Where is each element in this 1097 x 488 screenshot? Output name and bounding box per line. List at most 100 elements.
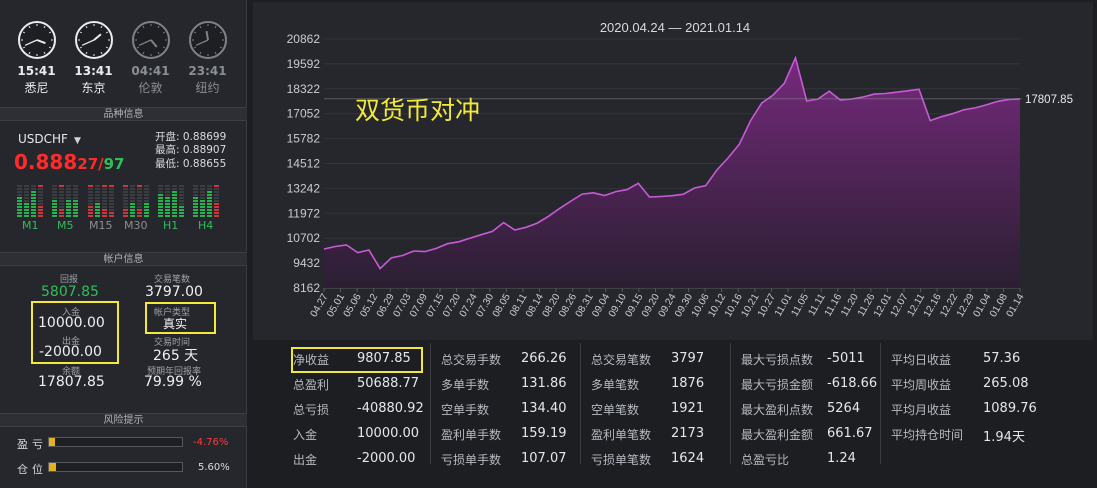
signal-segment bbox=[130, 185, 135, 187]
signal-segment bbox=[172, 206, 177, 208]
signal-segment bbox=[66, 209, 71, 211]
y-tick-label: 20862 bbox=[287, 32, 321, 46]
signal-segment bbox=[172, 212, 177, 214]
signal-segment bbox=[102, 188, 107, 190]
price-main: 0.888 bbox=[14, 150, 78, 174]
signal-segment bbox=[52, 206, 57, 208]
timeframe-bar-group[interactable] bbox=[52, 183, 82, 217]
signal-segment bbox=[193, 203, 198, 205]
signal-segment bbox=[200, 203, 205, 205]
signal-segment bbox=[207, 203, 212, 205]
section-header-symbol: 品种信息 bbox=[0, 107, 247, 121]
stats-column: 总交易笔数 3797 多单笔数 1876 空单笔数 1921 盈利单笔数 2173 亏损单笔数 1… bbox=[581, 343, 731, 467]
signal-segment bbox=[130, 188, 135, 190]
signal-segment bbox=[144, 215, 149, 217]
stats-value: 50688.77 bbox=[357, 376, 420, 391]
y-tick-label: 19592 bbox=[287, 57, 321, 71]
signal-segment bbox=[38, 188, 43, 190]
stats-column: 总交易手数 266.26 多单手数 131.86 空单手数 134.40 盈利单手数 159.… bbox=[431, 343, 581, 467]
signal-segment bbox=[31, 191, 36, 193]
y-tick-label: 14512 bbox=[287, 157, 321, 171]
highlight-box-account-type bbox=[145, 302, 216, 334]
timeframe-label[interactable]: M5 bbox=[57, 219, 74, 232]
timeframe-label[interactable]: H1 bbox=[163, 219, 178, 232]
signal-segment bbox=[144, 200, 149, 202]
stats-label: 总盈亏比 bbox=[741, 453, 790, 467]
symbol-selector[interactable]: USDCHF ▼ bbox=[18, 132, 81, 146]
y-tick-label: 11972 bbox=[288, 206, 321, 220]
clock-time: 13:41 bbox=[74, 64, 113, 78]
stats-value: 107.07 bbox=[521, 451, 567, 466]
signal-segment bbox=[73, 194, 78, 196]
signal-segment bbox=[109, 191, 114, 193]
stats-label: 平均持仓时间 bbox=[891, 428, 964, 442]
timeframe-bar-group[interactable] bbox=[158, 183, 188, 217]
signal-segment bbox=[52, 197, 57, 199]
signal-segment bbox=[144, 185, 149, 187]
signal-segment bbox=[193, 194, 198, 196]
signal-segment bbox=[109, 200, 114, 202]
signal-segment bbox=[31, 215, 36, 217]
timeframe-bar-group[interactable] bbox=[88, 183, 118, 217]
signal-bar bbox=[73, 183, 78, 217]
stats-column: 平均日收益 57.36 平均周收益 265.08 平均月收益 1089.76 平均持仓时间 1… bbox=[881, 343, 1057, 464]
signal-segment bbox=[137, 188, 142, 190]
timeframe-bar-group[interactable] bbox=[17, 183, 47, 217]
signal-segment bbox=[214, 212, 219, 214]
signal-segment bbox=[193, 212, 198, 214]
stats-value: 1.24 bbox=[827, 451, 856, 466]
signal-segment bbox=[172, 209, 177, 211]
timeframe-label[interactable]: M30 bbox=[124, 219, 148, 232]
signal-segment bbox=[158, 197, 163, 199]
signal-segment bbox=[137, 212, 142, 214]
chart-annotation: 双货币对冲 bbox=[355, 96, 480, 125]
signal-segment bbox=[52, 200, 57, 202]
signal-segment bbox=[144, 209, 149, 211]
signal-segment bbox=[158, 215, 163, 217]
stats-value: 1089.76 bbox=[983, 401, 1037, 416]
timeframe-bar-group[interactable] bbox=[123, 183, 153, 217]
signal-segment bbox=[95, 209, 100, 211]
signal-segment bbox=[24, 185, 29, 187]
signal-segment bbox=[158, 185, 163, 187]
signal-segment bbox=[123, 215, 128, 217]
timeframe-bar-group[interactable] bbox=[193, 183, 223, 217]
trades-value: 3797.00 bbox=[145, 284, 203, 300]
signal-segment bbox=[130, 197, 135, 199]
signal-segment bbox=[66, 206, 71, 208]
signal-segment bbox=[17, 215, 22, 217]
signal-segment bbox=[214, 200, 219, 202]
signal-segment bbox=[179, 188, 184, 190]
stats-label: 平均日收益 bbox=[891, 353, 952, 367]
signal-segment bbox=[73, 212, 78, 214]
stats-value: -40880.92 bbox=[357, 401, 424, 416]
signal-segment bbox=[38, 200, 43, 202]
stats-value: 10000.00 bbox=[357, 426, 420, 441]
signal-segment bbox=[38, 212, 43, 214]
return-value: 5807.85 bbox=[41, 284, 99, 300]
timeframe-label[interactable]: M1 bbox=[22, 219, 39, 232]
signal-bar bbox=[172, 183, 177, 217]
clock-london: 04:41 伦敦 bbox=[122, 8, 179, 104]
signal-segment bbox=[52, 185, 57, 187]
stats-label: 盈利单手数 bbox=[441, 428, 502, 442]
signal-segment bbox=[95, 197, 100, 199]
signal-segment bbox=[165, 191, 170, 193]
signal-segment bbox=[59, 215, 64, 217]
signal-segment bbox=[38, 197, 43, 199]
stats-value: 3797 bbox=[671, 351, 705, 366]
signal-segment bbox=[24, 191, 29, 193]
signal-segment bbox=[88, 209, 93, 211]
signal-segment bbox=[193, 185, 198, 187]
signal-segment bbox=[52, 188, 57, 190]
signal-segment bbox=[130, 200, 135, 202]
signal-segment bbox=[73, 209, 78, 211]
signal-segment bbox=[207, 194, 212, 196]
timeframe-label[interactable]: H4 bbox=[198, 219, 213, 232]
signal-segment bbox=[17, 188, 22, 190]
stats-value: 661.67 bbox=[827, 426, 873, 441]
timeframe-label[interactable]: M15 bbox=[89, 219, 113, 232]
signal-segment bbox=[17, 203, 22, 205]
signal-segment bbox=[102, 197, 107, 199]
signal-segment bbox=[88, 200, 93, 202]
